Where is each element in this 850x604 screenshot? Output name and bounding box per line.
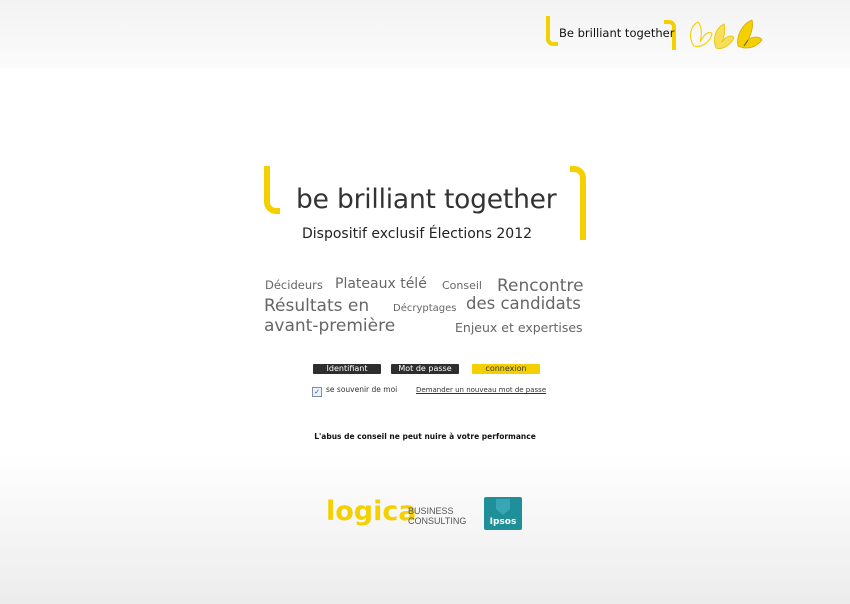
header-slogan: Be brilliant together: [559, 26, 675, 40]
logica-sub-business: BUSINESS: [408, 506, 454, 516]
remember-checkbox[interactable]: ✓: [312, 387, 322, 397]
cloud-word: Décryptages: [393, 303, 457, 314]
forgot-password-link[interactable]: Demander un nouveau mot de passe: [416, 386, 546, 394]
cloud-word: Enjeux et expertises: [455, 320, 583, 335]
ipsos-wordmark: Ipsos: [489, 517, 517, 527]
username-field[interactable]: Identifiant: [313, 364, 381, 374]
logica-wordmark-graphic: logica BUSINESS CONSULTING: [326, 496, 466, 527]
cloud-word: Résultats en: [264, 296, 370, 316]
logica-logo: logica BUSINESS CONSULTING: [326, 494, 474, 542]
butterflies-icon: [689, 19, 763, 49]
remember-label: se souvenir de moi: [326, 385, 398, 394]
cloud-word: des candidats: [466, 294, 581, 313]
cloud-word: Décideurs: [265, 278, 323, 292]
logica-sub-consulting: CONSULTING: [408, 516, 466, 526]
hero-bracket-right: [570, 166, 586, 240]
hero-bracket-left: [264, 166, 280, 214]
cloud-word: avant-première: [264, 316, 396, 336]
tagline: L'abus de conseil ne peut nuire à votre …: [314, 432, 536, 441]
ipsos-mark-icon: [496, 499, 510, 515]
logica-wordmark: logica: [326, 496, 417, 527]
connect-button[interactable]: connexion: [472, 364, 540, 374]
hero-subtitle: Dispositif exclusif Élections 2012: [302, 226, 533, 242]
header-brand-logo: Be brilliant together: [546, 16, 676, 50]
cloud-word: Plateaux télé: [335, 276, 427, 292]
hero-slogan: be brilliant together: [296, 184, 557, 215]
hero-logo: be brilliant together Dispositif exclusi…: [264, 166, 586, 242]
password-field[interactable]: Mot de passe: [391, 364, 459, 374]
cloud-word: Rencontre: [497, 276, 584, 296]
remember-me[interactable]: ✓ se souvenir de moi: [312, 385, 397, 397]
bracket-left: [546, 16, 558, 46]
ipsos-logo: Ipsos: [484, 497, 522, 530]
cloud-word: Conseil: [442, 279, 482, 292]
